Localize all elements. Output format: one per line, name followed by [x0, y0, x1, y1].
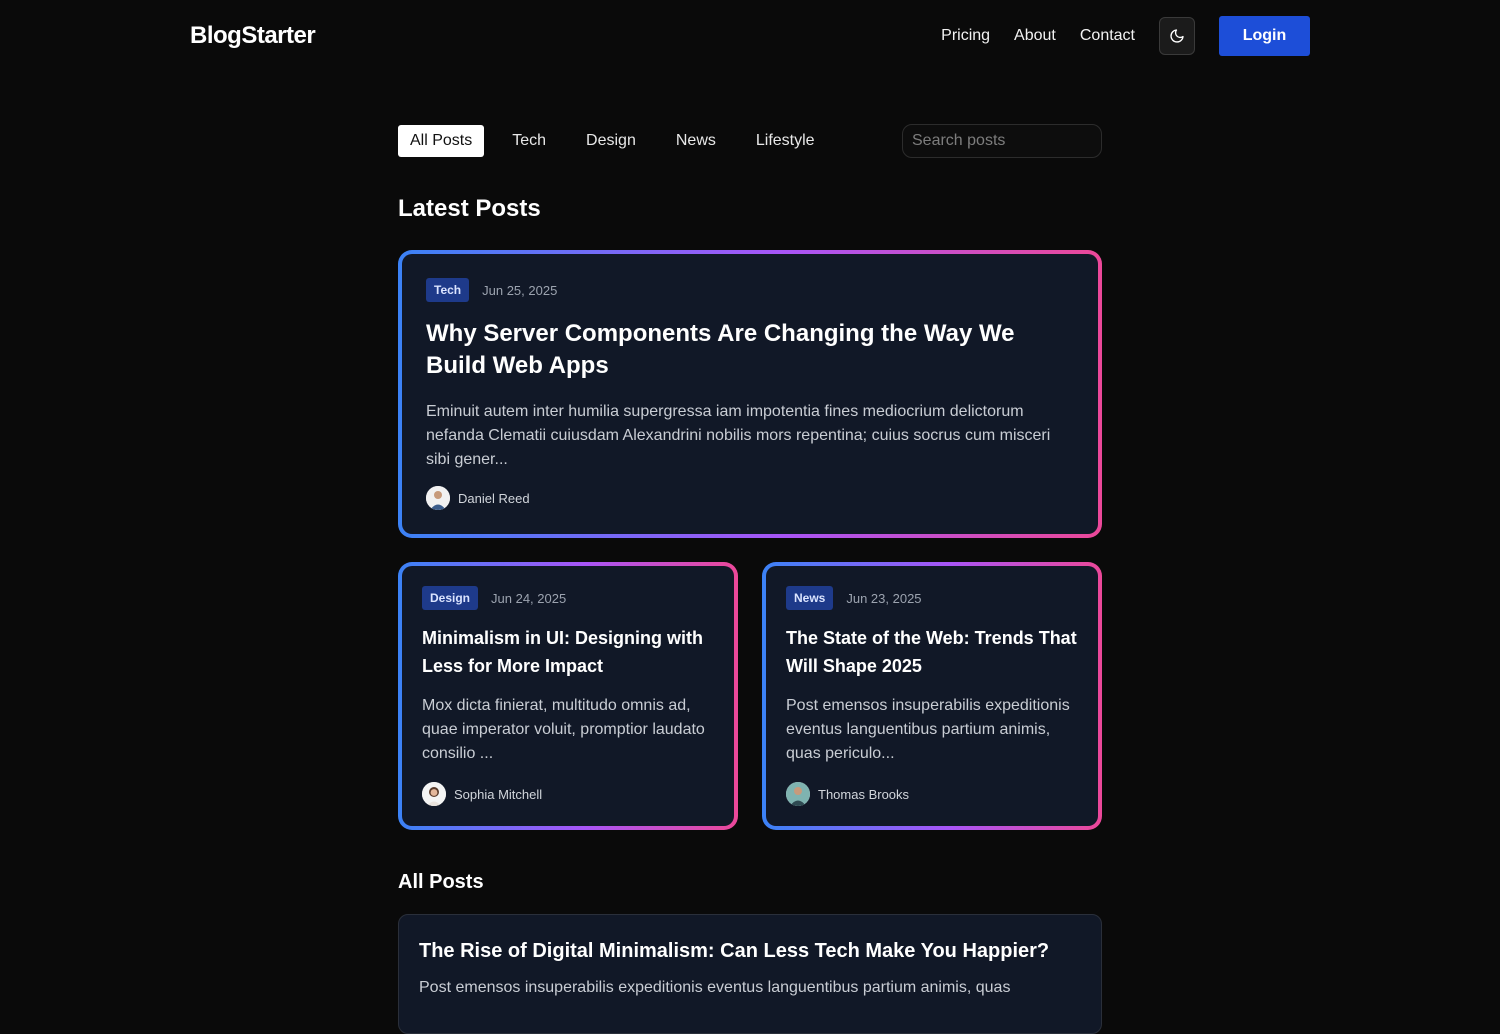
post-author: Thomas Brooks	[786, 782, 909, 806]
filter-tab-lifestyle[interactable]: Lifestyle	[744, 125, 827, 157]
post-meta: News Jun 23, 2025	[786, 586, 922, 610]
category-tag[interactable]: Design	[422, 586, 479, 610]
theme-toggle-button[interactable]	[1159, 17, 1195, 55]
site-header: BlogStarter Pricing About Contact Login	[190, 16, 1310, 56]
filter-tab-news[interactable]: News	[664, 125, 728, 157]
avatar	[422, 782, 446, 806]
avatar-thomas-brooks	[786, 782, 810, 806]
avatar	[786, 782, 810, 806]
post-excerpt: Post emensos insuperabilis expeditionis …	[786, 697, 1070, 762]
post-title[interactable]: Why Server Components Are Changing the W…	[426, 318, 1076, 382]
post-meta: Design Jun 24, 2025	[422, 586, 566, 610]
post-excerpt: Eminuit autem inter humilia supergressa …	[426, 403, 1051, 468]
site-logo[interactable]: BlogStarter	[190, 22, 316, 50]
author-name: Sophia Mitchell	[454, 786, 543, 802]
category-tag[interactable]: Tech	[426, 278, 470, 302]
post-card[interactable]: Design Jun 24, 2025 Minimalism in UI: De…	[398, 562, 738, 830]
featured-post-card[interactable]: Tech Jun 25, 2025 Why Server Components …	[398, 250, 1102, 538]
post-date: Jun 23, 2025	[846, 590, 922, 606]
post-excerpt: Mox dicta finierat, multitudo omnis ad, …	[422, 697, 705, 762]
filter-tab-design[interactable]: Design	[574, 125, 648, 157]
avatar-sophia-mitchell	[422, 782, 446, 806]
post-title[interactable]: The State of the Web: Trends That Will S…	[786, 624, 1086, 680]
post-author: Sophia Mitchell	[422, 782, 542, 806]
nav-about[interactable]: About	[1014, 27, 1056, 45]
latest-posts-heading: Latest Posts	[398, 195, 541, 222]
category-tag[interactable]: News	[786, 586, 834, 610]
post-date: Jun 24, 2025	[491, 590, 567, 606]
post-card-body: Design Jun 24, 2025 Minimalism in UI: De…	[402, 566, 734, 826]
filter-tab-all-posts[interactable]: All Posts	[398, 125, 485, 157]
post-title[interactable]: The Rise of Digital Minimalism: Can Less…	[419, 937, 1089, 965]
nav-contact[interactable]: Contact	[1080, 27, 1135, 45]
post-excerpt: Post emensos insuperabilis expeditionis …	[419, 979, 1011, 996]
post-card-body: News Jun 23, 2025 The State of the Web: …	[766, 566, 1098, 826]
featured-post-card-body: Tech Jun 25, 2025 Why Server Components …	[402, 254, 1098, 534]
author-name: Thomas Brooks	[818, 786, 910, 802]
avatar-daniel-reed	[426, 486, 450, 510]
post-meta: Tech Jun 25, 2025	[426, 278, 557, 302]
all-posts-heading: All Posts	[398, 871, 484, 893]
post-date: Jun 25, 2025	[482, 282, 558, 298]
moon-icon	[1170, 29, 1184, 43]
category-filters: All Posts Tech Design News Lifestyle	[398, 124, 1102, 158]
login-button[interactable]: Login	[1219, 16, 1310, 56]
post-list-item[interactable]: The Rise of Digital Minimalism: Can Less…	[398, 914, 1102, 1034]
nav-pricing[interactable]: Pricing	[941, 27, 990, 45]
avatar	[426, 486, 450, 510]
main-nav: Pricing About Contact Login	[941, 16, 1310, 56]
author-name: Daniel Reed	[458, 490, 530, 506]
post-author: Daniel Reed	[426, 486, 530, 510]
filter-tab-tech[interactable]: Tech	[500, 125, 558, 157]
search-input[interactable]	[902, 124, 1102, 158]
post-card[interactable]: News Jun 23, 2025 The State of the Web: …	[762, 562, 1102, 830]
post-title[interactable]: Minimalism in UI: Designing with Less fo…	[422, 624, 722, 680]
